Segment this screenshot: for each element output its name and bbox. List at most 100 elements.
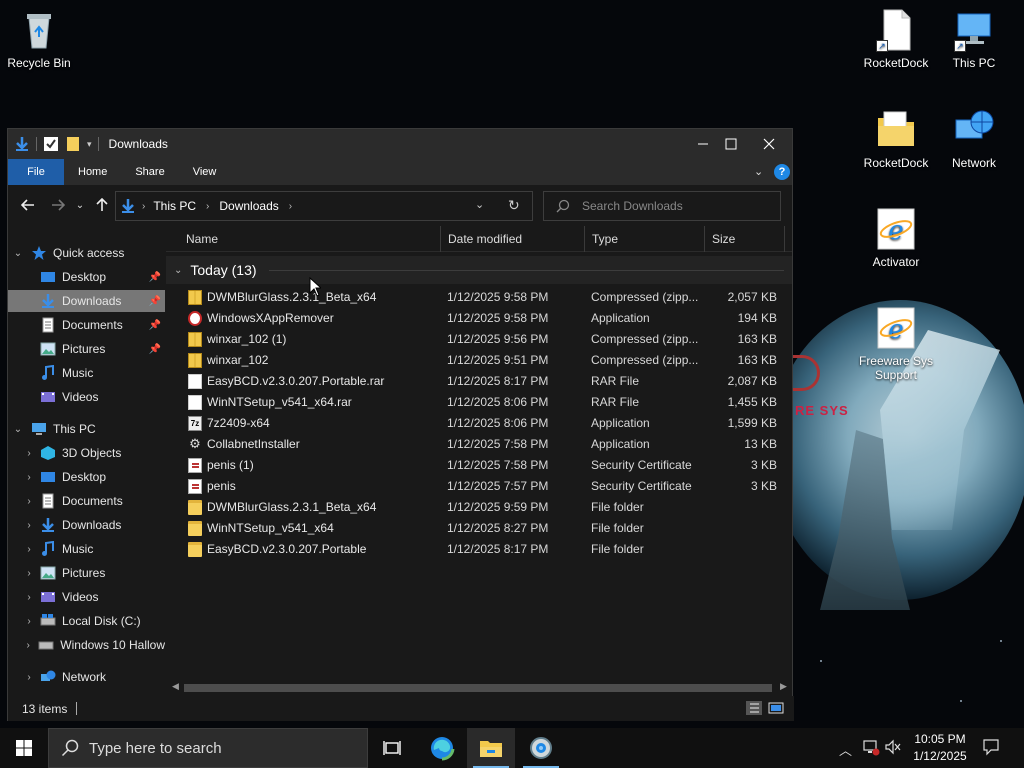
expand-chevron-icon[interactable]: › [22,472,36,483]
tab-share[interactable]: Share [121,159,178,185]
file-explorer-window[interactable]: ▾ Downloads File Home Share View ⌄ ? ⌄ ›… [7,128,794,721]
taskbar-clock[interactable]: 10:05 PM 1/12/2025 [904,731,976,765]
file-row[interactable]: penis (1) 1/12/2025 7:58 PM Security Certi… [166,455,792,476]
expand-ribbon-chevron-icon[interactable]: ⌄ [754,165,763,178]
desktop-icon-activator[interactable]: e Activator [858,207,934,269]
collapse-chevron-icon[interactable]: ⌄ [11,424,25,435]
properties-checkmark-icon[interactable] [43,136,59,152]
large-icons-view-button[interactable] [767,700,785,716]
close-button[interactable] [750,129,788,159]
file-row[interactable]: winxar_102 1/12/2025 9:51 PM Compressed (z… [166,350,792,371]
file-row[interactable]: WinNTSetup_v541_x64.rar 1/12/2025 8:06 PM… [166,392,792,413]
up-button[interactable] [91,194,113,216]
customize-toolbar-chevron-icon[interactable]: ▾ [87,139,92,150]
pin-icon[interactable]: 📌 [149,296,161,307]
nav-pc-videos[interactable]: › Videos [8,586,165,608]
new-folder-icon[interactable] [65,136,81,152]
nav-qa-pictures[interactable]: Pictures 📌 [8,338,165,360]
column-header-type[interactable]: Type [585,226,705,252]
taskbar-file-explorer-button[interactable] [467,728,515,768]
back-button[interactable] [17,194,39,216]
details-view-button[interactable] [745,700,763,716]
nav-pc-windows10-drive[interactable]: › Windows 10 Hallow [8,634,165,656]
nav-qa-documents[interactable]: Documents 📌 [8,314,165,336]
recent-locations-chevron-icon[interactable]: ⌄ [69,194,91,216]
file-list-pane[interactable]: Name Date modified Type Size ⌄ Today (13… [166,226,792,696]
scroll-left-icon[interactable]: ◀ [172,681,179,692]
expand-chevron-icon[interactable]: › [22,448,36,459]
pin-icon[interactable]: 📌 [149,272,161,283]
taskbar-edge-button[interactable] [418,728,466,768]
navigation-pane[interactable]: ⌄ Quick access Desktop 📌 Downloads 📌 Doc… [8,226,165,696]
scrollbar-thumb[interactable] [184,684,772,692]
breadcrumb-this-pc[interactable]: This PC [153,199,196,213]
refresh-icon[interactable]: ↻ [508,197,520,214]
nav-pc-downloads[interactable]: › Downloads [8,514,165,536]
expand-chevron-icon[interactable]: › [22,568,36,579]
forward-button[interactable] [47,194,69,216]
desktop-icon-rocketdock-folder[interactable]: RocketDock [858,108,934,170]
file-row[interactable]: EasyBCD.v2.3.0.207.Portable.rar 1/12/2025… [166,371,792,392]
file-row[interactable]: winxar_102 (1) 1/12/2025 9:56 PM Compresse… [166,329,792,350]
nav-pc-local-disk[interactable]: › Local Disk (C:) [8,610,165,632]
desktop-icon-recycle-bin[interactable]: Recycle Bin [1,8,77,70]
show-hidden-icons-chevron-icon[interactable]: ︿ [839,740,852,759]
tab-view[interactable]: View [179,159,231,185]
expand-chevron-icon[interactable]: › [22,640,34,651]
nav-pc-3d-objects[interactable]: › 3D Objects [8,442,165,464]
nav-pc-documents[interactable]: › Documents [8,490,165,512]
expand-chevron-icon[interactable]: › [22,496,36,507]
nav-qa-downloads[interactable]: Downloads 📌 [8,290,165,312]
pin-icon[interactable]: 📌 [149,320,161,331]
nav-this-pc[interactable]: ⌄ This PC [8,418,165,440]
expand-chevron-icon[interactable]: › [22,544,36,555]
file-row[interactable]: WinNTSetup_v541_x64 1/12/2025 8:27 PM File… [166,518,792,539]
pin-icon[interactable]: 📌 [149,344,161,355]
nav-pc-music[interactable]: › Music [8,538,165,560]
nav-quick-access[interactable]: ⌄ Quick access [8,242,165,264]
expand-chevron-icon[interactable]: › [22,592,36,603]
file-row[interactable]: penis 1/12/2025 7:57 PM Security Certifica… [166,476,792,497]
title-bar[interactable]: ▾ Downloads [8,129,792,159]
nav-network[interactable]: › Network [8,666,165,688]
tab-file[interactable]: File [8,159,64,185]
network-status-icon[interactable] [862,738,880,759]
nav-qa-desktop[interactable]: Desktop 📌 [8,266,165,288]
search-box[interactable]: Search Downloads [543,191,781,221]
file-row[interactable]: DWMBlurGlass.2.3.1_Beta_x64 1/12/2025 9:5… [166,287,792,308]
file-row[interactable]: DWMBlurGlass.2.3.1_Beta_x64 1/12/2025 9:5… [166,497,792,518]
taskbar-search-box[interactable]: Type here to search [48,728,368,768]
column-header-size[interactable]: Size [705,226,785,252]
collapse-group-chevron-icon[interactable]: ⌄ [174,265,182,276]
scroll-right-icon[interactable]: ▶ [780,681,787,692]
expand-chevron-icon[interactable]: › [22,672,36,683]
nav-pc-desktop[interactable]: › Desktop [8,466,165,488]
file-row[interactable]: ⚙ CollabnetInstaller 1/12/2025 7:58 PM Appl… [166,434,792,455]
start-button[interactable] [0,728,48,768]
desktop-icon-this-pc[interactable]: ↗ This PC [936,8,1012,70]
nav-pc-pictures[interactable]: › Pictures [8,562,165,584]
tab-home[interactable]: Home [64,159,121,185]
task-view-button[interactable] [368,728,416,768]
address-history-chevron-icon[interactable]: ⌄ [475,198,484,211]
file-row[interactable]: WindowsXAppRemover 1/12/2025 9:58 PM Appli… [166,308,792,329]
expand-chevron-icon[interactable]: › [22,520,36,531]
desktop-icon-freeware-support[interactable]: e Freeware Sys Support [858,306,934,382]
desktop-icon-rocketdock-file[interactable]: ↗ RocketDock [858,8,934,70]
taskbar-app-globe-button[interactable] [517,728,565,768]
column-header-date[interactable]: Date modified [441,226,585,252]
desktop-icon-network[interactable]: Network [936,108,1012,170]
breadcrumb-downloads[interactable]: Downloads [219,199,278,213]
maximize-button[interactable] [712,129,750,159]
collapse-chevron-icon[interactable]: ⌄ [11,248,25,259]
volume-muted-icon[interactable] [884,738,902,759]
group-header-today[interactable]: ⌄ Today (13) [166,256,792,284]
help-icon[interactable]: ? [774,164,790,180]
column-header-name[interactable]: Name [179,226,441,252]
address-bar[interactable]: › This PC › Downloads › ⌄ ↻ [115,191,533,221]
nav-qa-videos[interactable]: Videos [8,386,165,408]
file-row[interactable]: EasyBCD.v2.3.0.207.Portable 1/12/2025 8:1… [166,539,792,560]
horizontal-scrollbar[interactable]: ◀ ▶ [166,679,792,696]
file-row[interactable]: 7z 7z2409-x64 1/12/2025 8:06 PM Application… [166,413,792,434]
action-center-notification-icon[interactable] [982,738,1000,759]
